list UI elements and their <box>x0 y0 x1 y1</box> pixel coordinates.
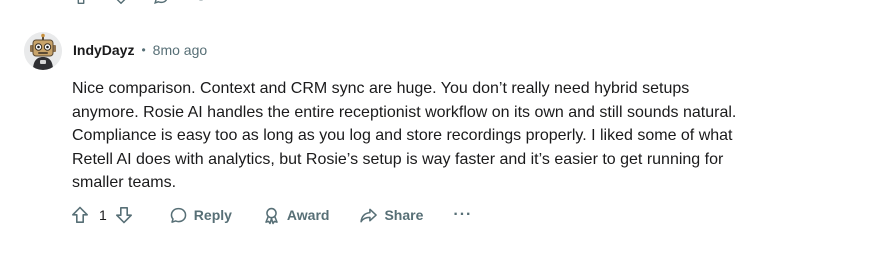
reply-button[interactable]: Reply <box>169 206 232 225</box>
arrow-down-icon <box>114 205 134 225</box>
previous-comment-actions <box>72 0 210 6</box>
share-label: Share <box>384 207 424 223</box>
speech-bubble-icon[interactable] <box>152 0 170 6</box>
more-options-icon: ··· <box>453 206 473 223</box>
upvote-button[interactable] <box>69 204 91 226</box>
meta-separator: • <box>141 43 146 57</box>
arrow-up-icon[interactable] <box>72 0 90 6</box>
award-label: Award <box>286 207 330 223</box>
comment-timestamp[interactable]: 8mo ago <box>153 41 207 59</box>
reply-label: Reply <box>193 207 232 223</box>
avatar[interactable] <box>24 32 62 70</box>
vote-score: 1 <box>99 207 107 223</box>
comment-actions: 1 Reply Award Share ··· <box>69 203 472 227</box>
author-name[interactable]: IndyDayz <box>73 41 134 59</box>
award-button[interactable]: Award <box>262 206 330 225</box>
comment-meta: IndyDayz • 8mo ago <box>73 41 207 59</box>
award-ribbon-icon[interactable] <box>192 0 210 6</box>
comment-thread-view: IndyDayz • 8mo ago Nice comparison. Cont… <box>0 0 894 272</box>
award-ribbon-icon <box>262 206 281 225</box>
share-button[interactable]: Share <box>359 206 423 225</box>
vote-group: 1 <box>69 204 135 226</box>
comment-body: Nice comparison. Context and CRM sync ar… <box>72 80 737 191</box>
speech-bubble-icon <box>169 206 188 225</box>
robot-avatar-icon <box>24 32 62 70</box>
arrow-down-icon[interactable] <box>112 0 130 6</box>
arrow-up-icon <box>70 205 90 225</box>
share-arrow-icon <box>359 206 378 225</box>
more-options-button[interactable]: ··· <box>453 206 472 224</box>
downvote-button[interactable] <box>113 204 135 226</box>
